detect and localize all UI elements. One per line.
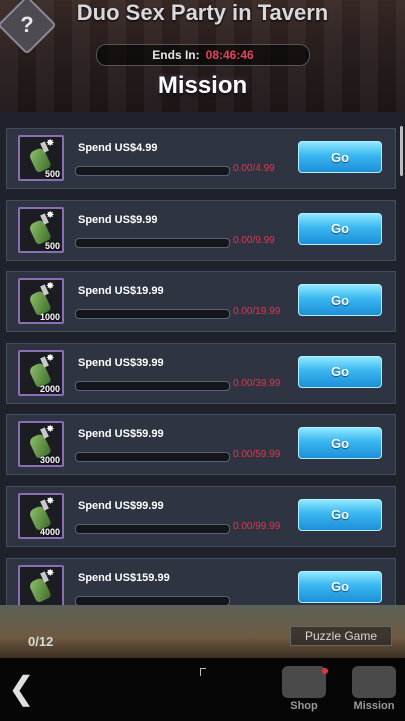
event-title: Duo Sex Party in Tavern [76,0,329,25]
champagne-reward-icon: ✸ 500 [18,206,64,253]
mission-card: ✸ 2000 Spend US$39.99 0.00/39.99 Go [6,342,396,404]
mission-list: ✸ 500 Spend US$4.99 0.00/4.99 Go ✸ 500 Spe… [6,128,396,605]
mission-label: Spend US$19.99 [78,285,164,298]
champagne-reward-icon: ✸ 1000 [18,278,64,325]
mission-list-panel[interactable]: ✸ 500 Spend US$4.99 0.00/4.99 Go ✸ 500 Spe… [0,112,405,605]
reward-quantity: 1000 [39,312,60,323]
mission-label: Spend US$59.99 [78,428,164,441]
mission-progress-bar [75,309,230,320]
champagne-reward-icon: ✸ 3000 [18,421,64,468]
mouse-cursor [200,668,206,676]
mission-progress-bar [75,166,230,176]
mission-progress-text: 0.00/99.99 [233,520,281,532]
nav-shop[interactable]: Shop [276,666,332,718]
nav-shop-label: Shop [290,700,318,712]
nav-mission[interactable]: Mission [346,666,402,718]
mission-card: ✸ 500 Spend US$9.99 0.00/9.99 Go [6,199,396,261]
puzzle-game-button[interactable]: Puzzle Game [290,626,392,646]
timer-value: 08:46:46 [205,48,254,62]
mission-label: Spend US$4.99 [78,142,158,154]
mission-card: ✸ 4000 Spend US$99.99 0.00/99.99 Go [6,485,396,547]
scrollbar[interactable] [400,126,403,176]
go-button[interactable]: Go [298,355,382,388]
mission-progress-text: 0.00/19.99 [233,306,281,318]
mission-label: Spend US$9.99 [78,213,158,226]
go-button[interactable]: Go [298,284,382,317]
reward-quantity: 3000 [39,455,60,466]
mission-progress-text: 0.00/59.99 [233,449,281,461]
mission-label: Spend US$39.99 [78,356,164,369]
mission-progress-text: 0.00/9.99 [233,234,275,246]
mission-label: Spend US$99.99 [78,499,164,512]
mission-progress-bar [75,237,230,248]
timer-label: Ends In: [152,48,200,62]
mission-progress-text: 0.00/4.99 [233,163,275,174]
event-timer: Ends In: 08:46:46 [96,44,310,66]
champagne-reward-icon: ✸ 4000 [18,492,64,539]
reward-quantity: 4000 [39,526,60,537]
champagne-reward-icon: ✸ [18,564,64,605]
go-button[interactable]: Go [298,427,382,460]
champagne-reward-icon: ✸ 2000 [18,349,64,396]
champagne-reward-icon: ✸ 500 [18,135,64,181]
mission-progress-bar [75,452,230,463]
go-button[interactable]: Go [298,212,382,245]
shop-icon [282,666,326,698]
mission-progress-bar [75,595,230,605]
nav-mission-label: Mission [353,700,395,712]
question-icon[interactable]: ? [6,4,48,46]
go-button[interactable]: Go [298,498,382,531]
reward-quantity: 2000 [39,383,60,394]
mission-progress-bar [75,523,230,534]
mission-card: ✸ Spend US$159.99 Go [6,557,396,605]
mission-card: ✸ 500 Spend US$4.99 0.00/4.99 Go [6,128,396,189]
puzzle-progress-count: 0/12 [28,634,54,649]
notification-dot [322,668,328,674]
section-title: Mission [157,72,248,99]
mission-icon [352,666,396,698]
mission-progress-bar [75,380,230,391]
mission-label: Spend US$159.99 [78,571,170,584]
mission-card: ✸ 1000 Spend US$19.99 0.00/19.99 Go [6,271,396,333]
go-button[interactable]: Go [298,570,382,603]
go-button[interactable]: Go [298,141,382,173]
back-arrow-icon[interactable]: ❮ [8,670,38,706]
reward-quantity: 500 [44,169,60,179]
mission-card: ✸ 3000 Spend US$59.99 0.00/59.99 Go [6,414,396,476]
mission-progress-text: 0.00/39.99 [233,377,281,389]
reward-quantity: 500 [44,240,60,251]
